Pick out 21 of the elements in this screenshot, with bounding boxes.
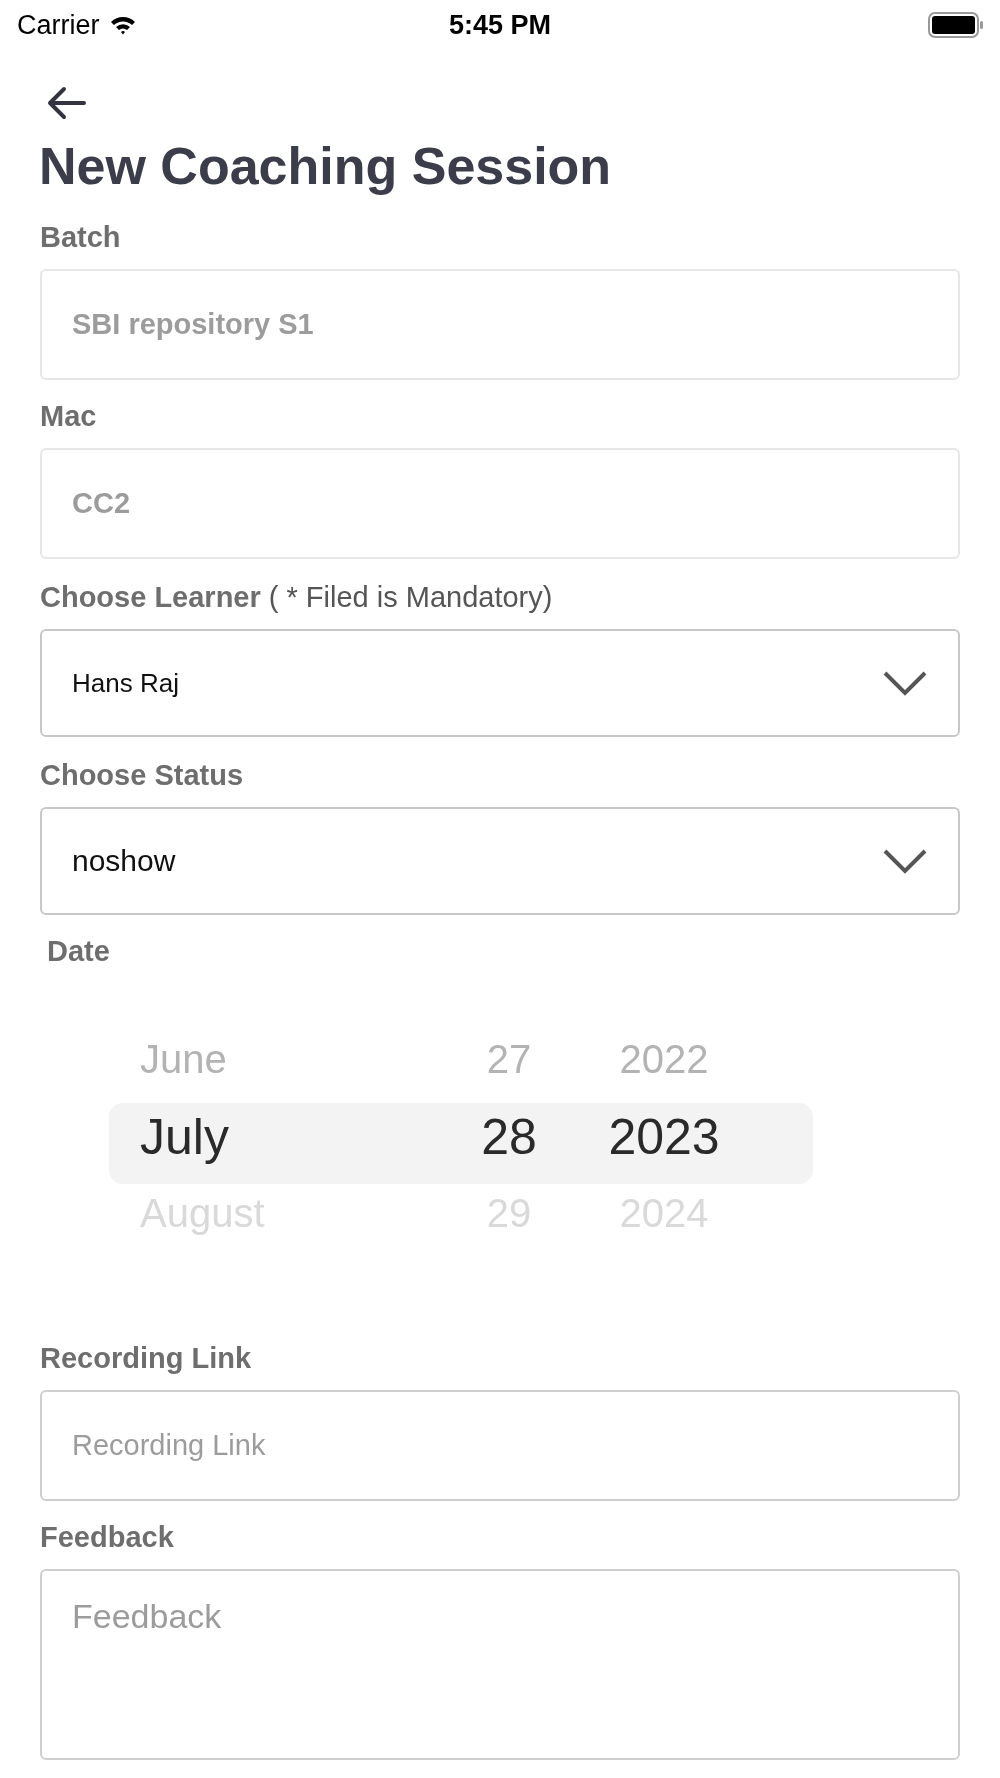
dropdown[interactable]: Hans Raj xyxy=(40,629,960,737)
carrier-label: Carrier xyxy=(17,9,100,41)
field-label: Choose Status xyxy=(40,758,244,792)
field-label: Recording Link xyxy=(40,1341,252,1375)
picker-year[interactable]: 2022 xyxy=(619,1037,709,1082)
text-field[interactable]: Recording Link xyxy=(40,1390,960,1501)
field-label: Batch xyxy=(40,220,121,254)
status-time: 5:45 PM xyxy=(449,9,551,41)
dropdown[interactable]: noshow xyxy=(40,807,960,915)
field-label: Feedback xyxy=(40,1520,174,1554)
picker-month[interactable]: July xyxy=(109,1107,229,1166)
field-label: Date xyxy=(47,934,110,968)
page-title: New Coaching Session xyxy=(39,136,613,197)
field-label: Choose Learner xyxy=(40,580,261,614)
feedback-field[interactable]: Feedback xyxy=(40,1569,960,1760)
picker-year[interactable]: 2023 xyxy=(608,1107,720,1166)
field-label: Mac xyxy=(40,399,97,433)
picker-day[interactable]: 27 xyxy=(486,1037,532,1082)
picker-month[interactable]: June xyxy=(109,1037,227,1082)
mandatory-note: ( * Filed is Mandatory) xyxy=(268,580,553,614)
picker-day[interactable]: 28 xyxy=(481,1107,537,1166)
